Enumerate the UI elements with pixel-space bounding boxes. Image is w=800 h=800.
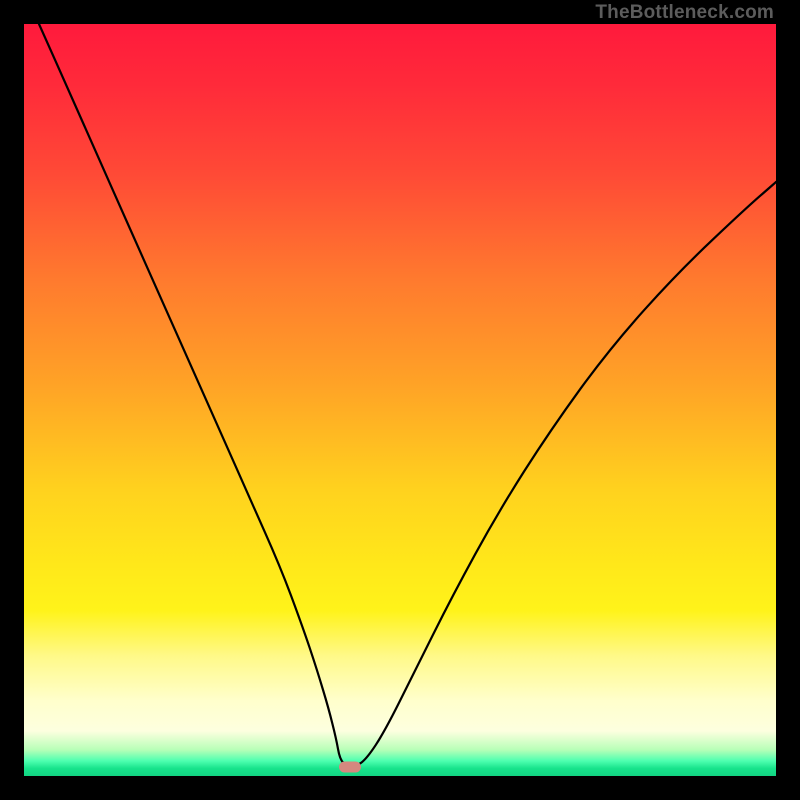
bottleneck-curve bbox=[39, 24, 776, 767]
optimal-point-marker bbox=[339, 761, 361, 772]
chart-frame: TheBottleneck.com bbox=[0, 0, 800, 800]
curve-layer bbox=[24, 24, 776, 776]
plot-area bbox=[24, 24, 776, 776]
watermark-text: TheBottleneck.com bbox=[595, 2, 774, 24]
